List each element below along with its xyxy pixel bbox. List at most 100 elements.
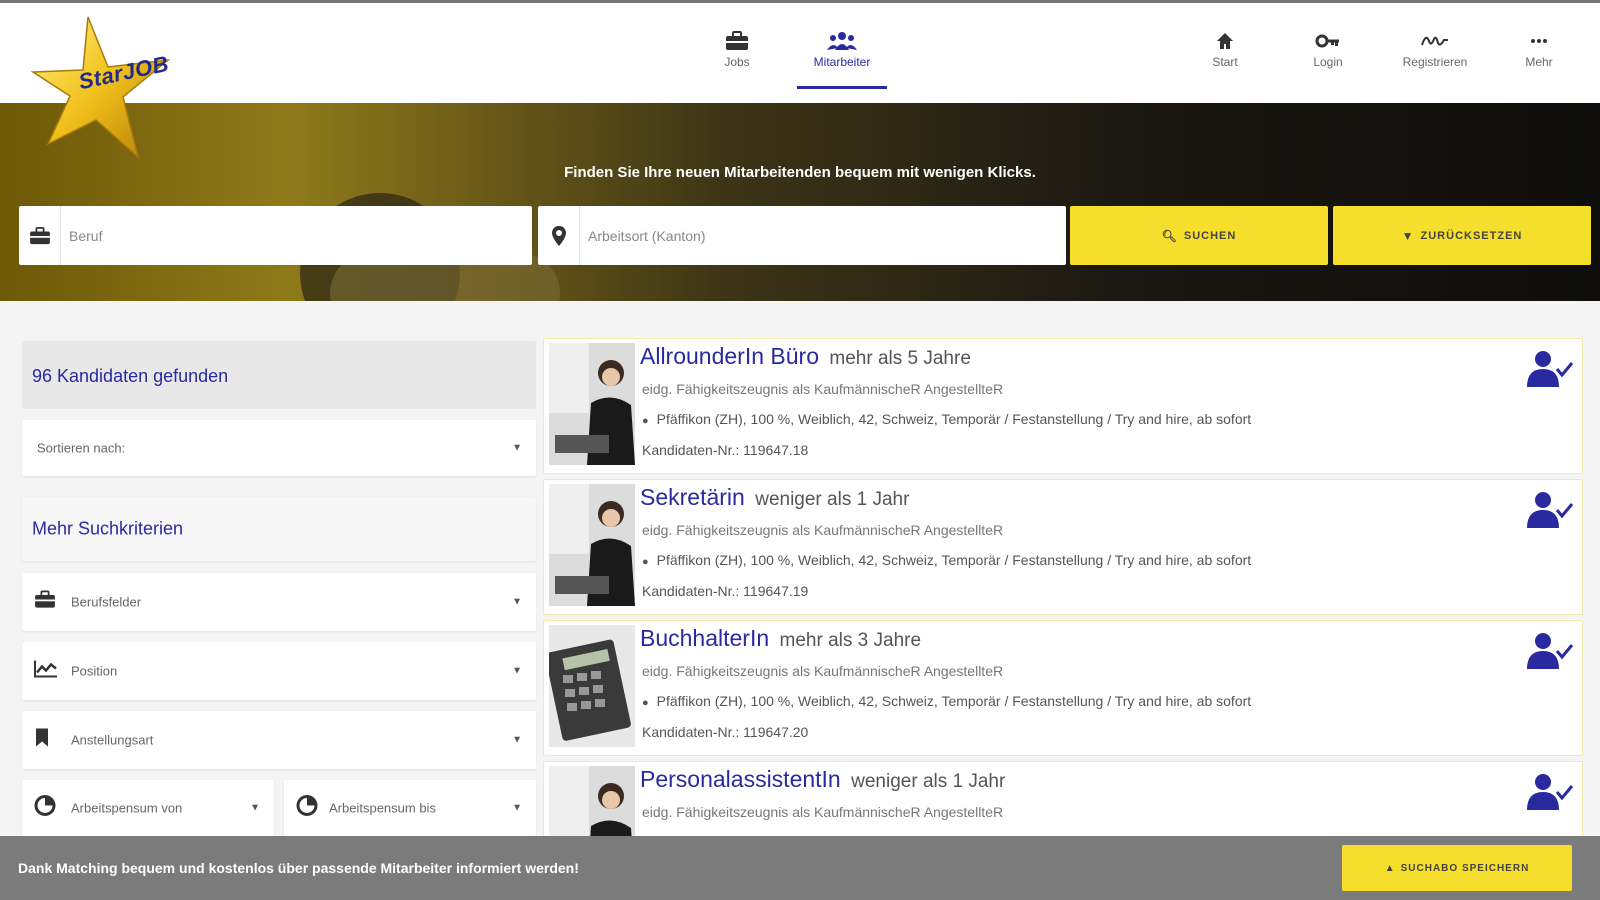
map-pin-icon: [538, 206, 580, 265]
hero-search-banner: Finden Sie Ihre neuen Mitarbeitenden beq…: [0, 103, 1600, 301]
save-search-label: SUCHABO SPEICHERN: [1400, 862, 1530, 874]
pensum-to-label: Arbeitspensum bis: [329, 800, 436, 816]
pensum-from-dropdown[interactable]: Arbeitspensum von ▼: [22, 780, 274, 836]
details-text: Pfäffikon (ZH), 100 %, Weiblich, 42, Sch…: [656, 552, 1252, 568]
active-tab-indicator: [797, 86, 887, 89]
pensum-to-dropdown[interactable]: Arbeitspensum bis ▼: [284, 780, 536, 836]
qualification: eidg. Fähigkeitszeugnis als Kaufmännisch…: [642, 522, 1004, 538]
chevron-down-icon: ▼: [512, 596, 522, 608]
nav-start[interactable]: Start: [1180, 31, 1270, 69]
details-text: Pfäffikon (ZH), 100 %, Weiblich, 42, Sch…: [656, 693, 1252, 709]
save-search-button[interactable]: ▲ SUCHABO SPEICHERN: [1342, 845, 1572, 891]
filter-icon: ▼: [1401, 228, 1415, 243]
briefcase-icon: [34, 590, 56, 614]
reset-button[interactable]: ▼ ZURÜCKSETZEN: [1333, 206, 1591, 265]
bookmark-icon: [34, 728, 50, 753]
experience: weniger als 1 Jahr: [755, 489, 910, 510]
job-title: Sekretärin: [640, 484, 745, 510]
sort-label: Sortieren nach:: [37, 440, 126, 456]
user-check-icon[interactable]: [1526, 772, 1574, 817]
reset-button-label: ZURÜCKSETZEN: [1420, 229, 1523, 242]
nav-start-label: Start: [1212, 55, 1238, 69]
filter-position-label: Position: [71, 663, 118, 679]
nav-login[interactable]: Login: [1283, 31, 1373, 69]
user-check-icon[interactable]: [1526, 349, 1574, 394]
hero-tagline: Finden Sie Ihre neuen Mitarbeitenden beq…: [564, 164, 1036, 181]
starjob-logo[interactable]: StarJOB: [28, 12, 198, 162]
pie-chart-icon: [296, 795, 318, 822]
top-navigation-bar: Jobs Mitarbeiter Start Login Registriere…: [0, 0, 1600, 103]
qualification: eidg. Fähigkeitszeugnis als Kaufmännisch…: [642, 663, 1004, 679]
candidate-card[interactable]: BuchhalterIn mehr als 3 Jahre eidg. Fähi…: [543, 620, 1583, 756]
arbeitsort-input[interactable]: [588, 206, 1058, 265]
candidate-details: ● Pfäffikon (ZH), 100 %, Weiblich, 42, Sc…: [642, 552, 1251, 568]
more-icon: [1531, 39, 1547, 43]
arbeitsort-field: [538, 206, 1066, 265]
nav-mehr[interactable]: Mehr: [1494, 31, 1584, 69]
job-title: BuchhalterIn: [640, 625, 770, 651]
nav-mehr-label: Mehr: [1525, 55, 1553, 69]
candidate-title[interactable]: AllrounderIn Büro mehr als 5 Jahre: [640, 343, 971, 370]
signature-icon: [1421, 36, 1448, 46]
candidate-number: Kandidaten-Nr.: 119647.20: [642, 724, 809, 740]
beruf-field: [19, 206, 532, 265]
user-check-icon[interactable]: [1526, 490, 1574, 535]
job-title: AllrounderIn Büro: [640, 343, 819, 369]
people-icon: [827, 32, 857, 50]
matching-banner: Dank Matching bequem und kostenlos über …: [0, 836, 1600, 900]
nav-jobs-label: Jobs: [724, 55, 750, 69]
nav-registrieren-label: Registrieren: [1402, 55, 1468, 69]
sort-dropdown[interactable]: Sortieren nach: ▼: [22, 420, 536, 476]
nav-mitarbeiter-label: Mitarbeiter: [813, 55, 871, 69]
experience: weniger als 1 Jahr: [851, 771, 1006, 792]
candidate-card[interactable]: Sekretärin weniger als 1 Jahr eidg. Fähi…: [543, 479, 1583, 615]
candidate-photo: [549, 484, 635, 606]
chevron-down-icon: ▼: [512, 665, 522, 677]
beruf-input[interactable]: [69, 206, 524, 265]
briefcase-icon: [19, 206, 61, 265]
experience: mehr als 3 Jahre: [779, 630, 922, 651]
filter-berufsfelder[interactable]: Berufsfelder ▼: [22, 573, 536, 631]
more-criteria-title: Mehr Suchkriterien: [32, 518, 184, 539]
nav-mitarbeiter[interactable]: Mitarbeiter: [797, 31, 887, 69]
search-button-label: SUCHEN: [1183, 229, 1237, 242]
chart-icon: [34, 660, 58, 683]
candidate-photo: [549, 625, 635, 747]
candidate-details: ● Pfäffikon (ZH), 100 %, Weiblich, 42, Sc…: [642, 693, 1251, 709]
nav-jobs[interactable]: Jobs: [692, 31, 782, 69]
map-pin-icon: ●: [642, 556, 649, 568]
chevron-down-icon: ▼: [250, 802, 260, 814]
filter-anstellungsart[interactable]: Anstellungsart ▼: [22, 711, 536, 769]
qualification: eidg. Fähigkeitszeugnis als Kaufmännisch…: [642, 804, 1004, 820]
candidate-photo: [549, 343, 635, 465]
nav-registrieren[interactable]: Registrieren: [1390, 31, 1480, 69]
pie-chart-icon: [34, 795, 56, 822]
candidate-title[interactable]: PersonalassistentIn weniger als 1 Jahr: [640, 766, 1005, 793]
experience: mehr als 5 Jahre: [829, 348, 971, 369]
search-button[interactable]: 🔍︎ SUCHEN: [1070, 206, 1328, 265]
results-count: 96 Kandidaten gefunden: [32, 366, 229, 386]
briefcase-icon: [726, 31, 748, 50]
qualification: eidg. Fähigkeitszeugnis als Kaufmännisch…: [642, 381, 1004, 397]
candidate-card[interactable]: AllrounderIn Büro mehr als 5 Jahre eidg.…: [543, 338, 1583, 474]
more-criteria-header: Mehr Suchkriterien: [22, 497, 536, 561]
results-count-box: 96 Kandidaten gefunden: [22, 341, 536, 409]
pensum-from-label: Arbeitspensum von: [71, 800, 183, 816]
chevron-down-icon: ▼: [512, 802, 522, 814]
matching-message: Dank Matching bequem und kostenlos über …: [18, 860, 579, 876]
job-title: PersonalassistentIn: [640, 766, 841, 792]
filter-berufsfelder-label: Berufsfelder: [71, 594, 142, 610]
filter-position[interactable]: Position ▼: [22, 642, 536, 700]
map-pin-icon: ●: [642, 415, 649, 427]
candidate-title[interactable]: Sekretärin weniger als 1 Jahr: [640, 484, 909, 511]
candidate-number: Kandidaten-Nr.: 119647.19: [642, 583, 809, 599]
key-icon: [1315, 34, 1339, 48]
nav-login-label: Login: [1313, 55, 1343, 69]
candidate-number: Kandidaten-Nr.: 119647.18: [642, 442, 809, 458]
map-pin-icon: ●: [642, 697, 649, 709]
candidate-title[interactable]: BuchhalterIn mehr als 3 Jahre: [640, 625, 921, 652]
user-check-icon[interactable]: [1526, 631, 1574, 676]
search-icon: 🔍︎: [1161, 228, 1178, 243]
details-text: Pfäffikon (ZH), 100 %, Weiblich, 42, Sch…: [656, 411, 1252, 427]
bell-icon: ▲: [1384, 862, 1396, 874]
